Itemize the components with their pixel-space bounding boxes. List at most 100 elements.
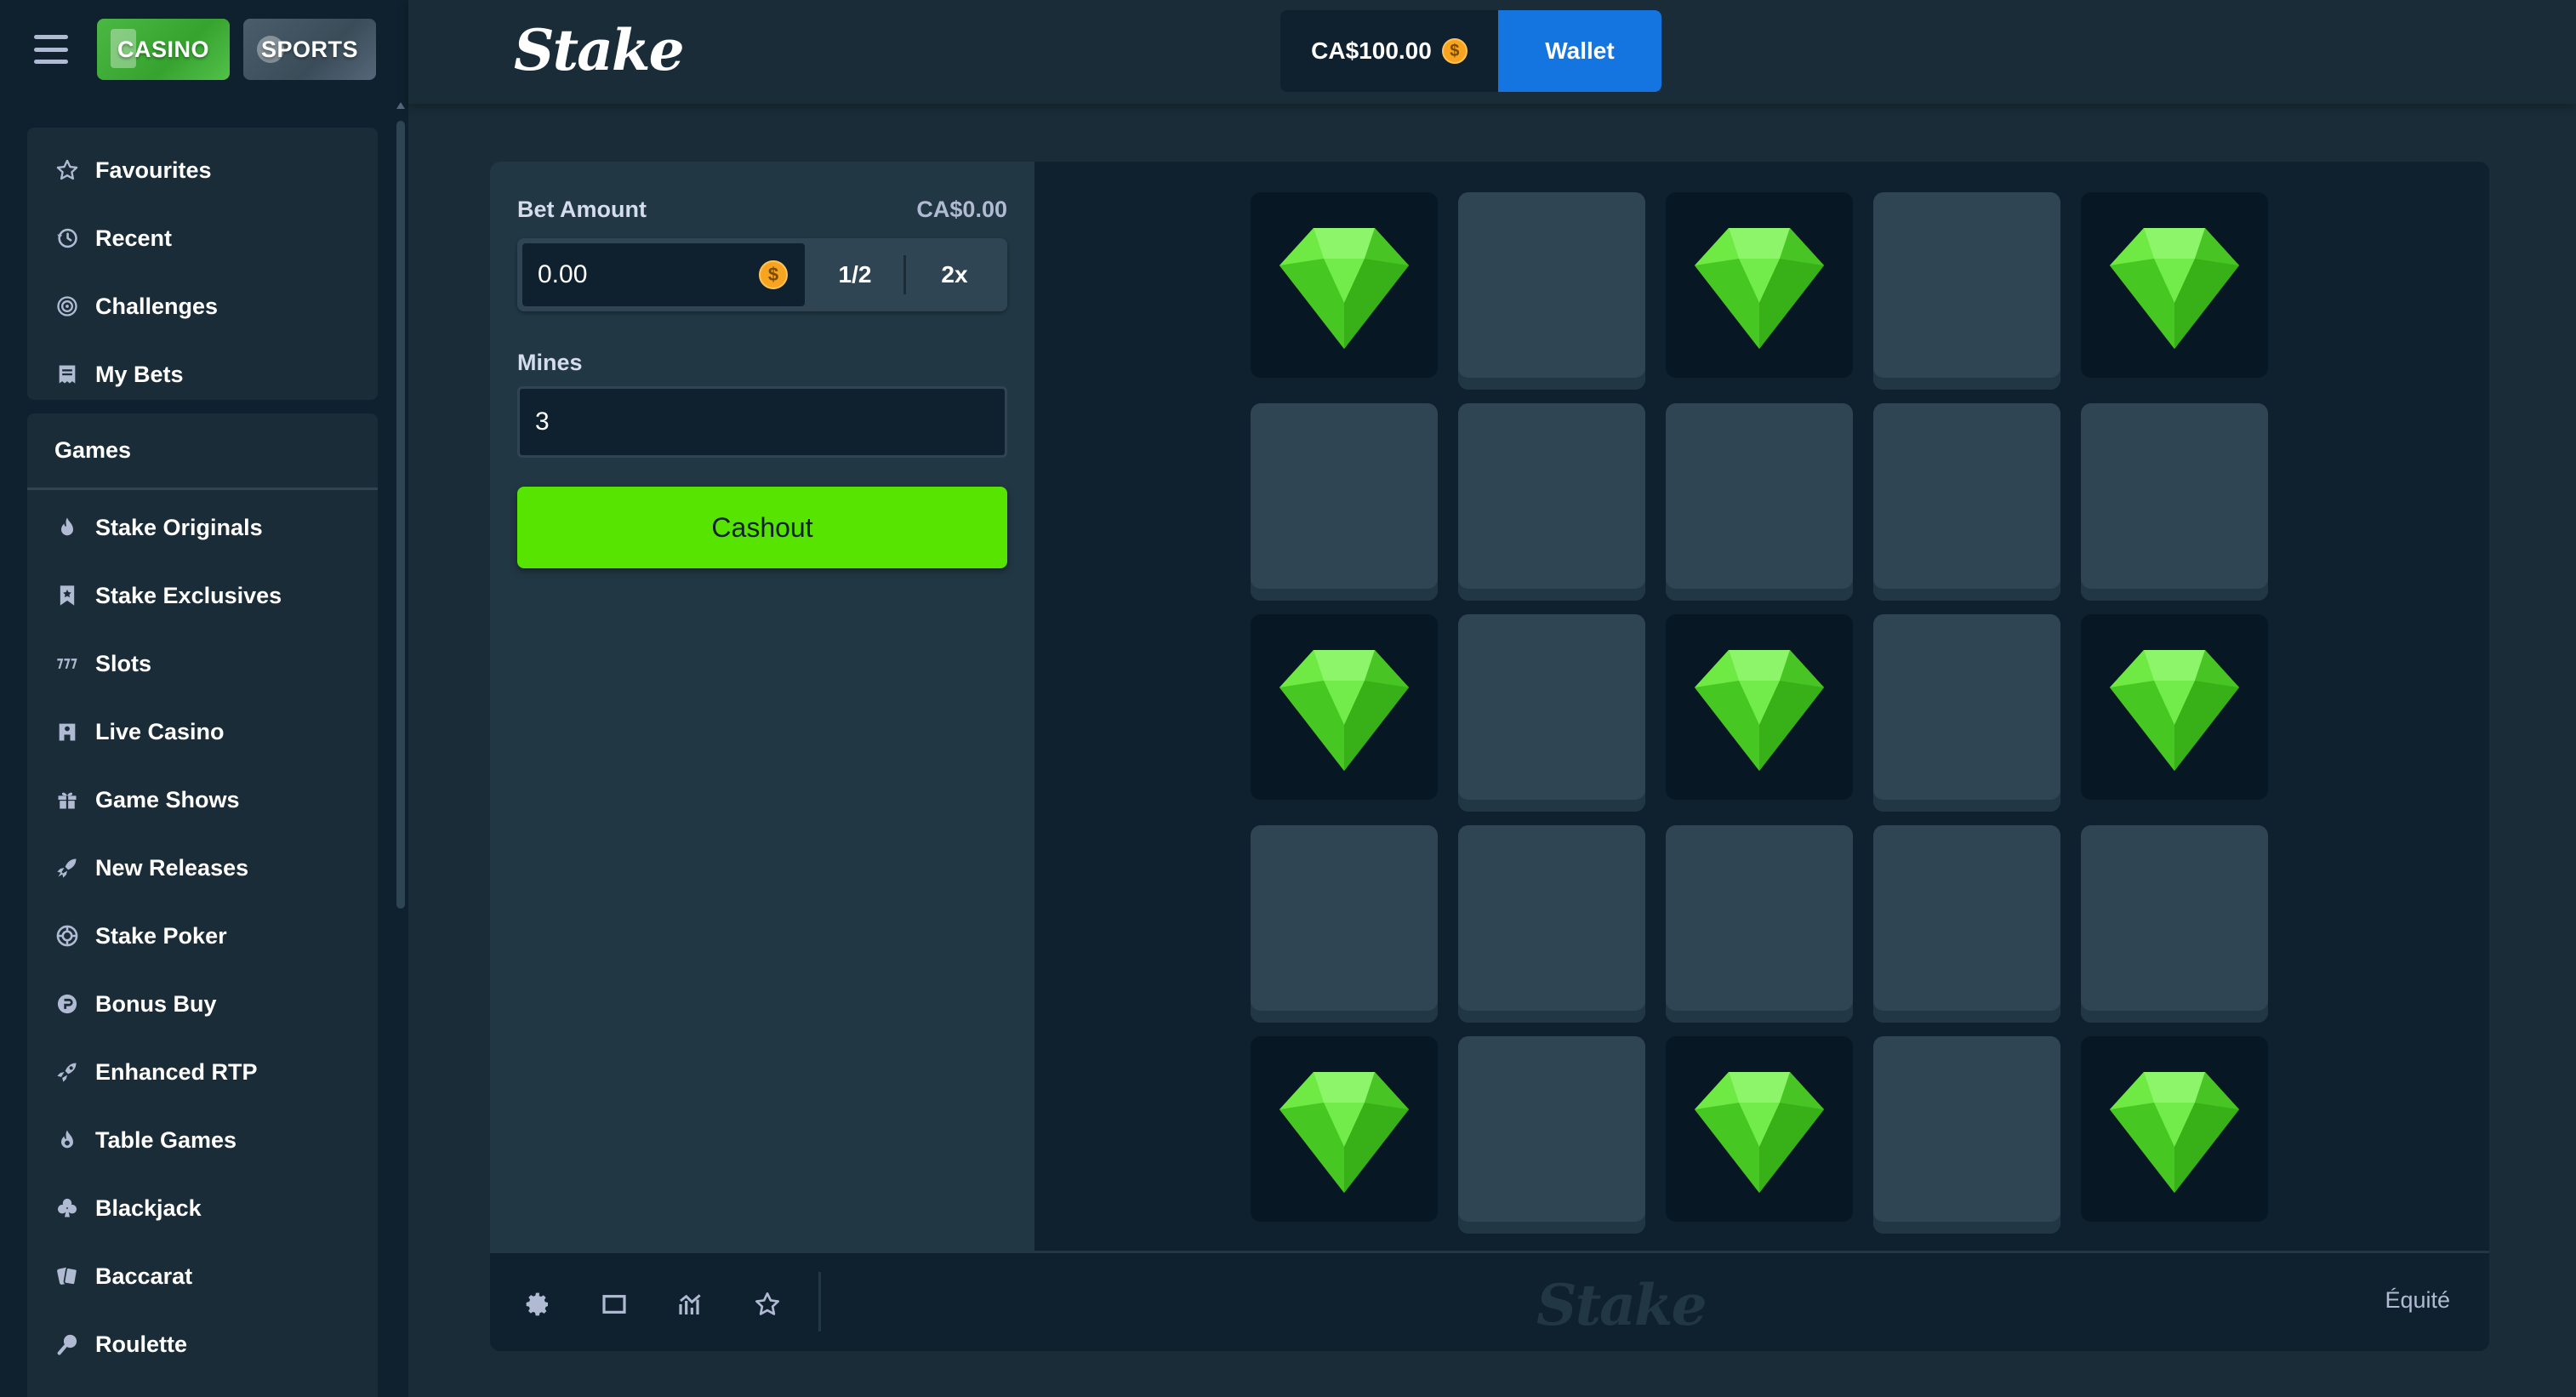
sidebar-item-label: Stake Originals <box>95 514 263 540</box>
tile-revealed-gem[interactable] <box>1666 614 1853 800</box>
sidebar-item-favourites[interactable]: Favourites <box>27 136 378 204</box>
casino-sports-toggle: CASINO SPORTS <box>97 19 376 80</box>
tile-hidden[interactable] <box>1873 825 2060 1023</box>
gift-icon <box>54 787 80 813</box>
stats-icon[interactable] <box>675 1289 706 1320</box>
tile-revealed-gem[interactable] <box>1666 1036 1853 1222</box>
flame-icon <box>54 515 80 540</box>
tile-hidden[interactable] <box>1873 192 2060 390</box>
gem-icon <box>2110 228 2239 349</box>
cards-icon <box>54 1263 80 1289</box>
history-icon <box>54 225 80 251</box>
sidebar-item-table-games[interactable]: Table Games <box>27 1106 378 1174</box>
balance-selector[interactable]: CA$100.00 $ <box>1280 10 1498 92</box>
bet-amount-input[interactable]: 0.00 $ <box>521 242 806 308</box>
sidebar-item-label: Baccarat <box>95 1263 193 1289</box>
tile-revealed-gem[interactable] <box>2081 1036 2268 1222</box>
sidebar-scroll-area[interactable]: Favourites Recent Challenges My Bets Gam… <box>0 99 408 1397</box>
sidebar-item-label: Challenges <box>95 293 219 319</box>
cashout-button[interactable]: Cashout <box>517 487 1007 568</box>
tile-hidden[interactable] <box>1458 825 1645 1023</box>
gem-icon <box>1695 1072 1824 1193</box>
tile-hidden[interactable] <box>1666 403 1853 601</box>
tile-hidden[interactable] <box>1666 825 1853 1023</box>
sidebar-item-stake-originals[interactable]: Stake Originals <box>27 493 378 562</box>
sidebar-item-game-shows[interactable]: Game Shows <box>27 766 378 834</box>
tab-casino[interactable]: CASINO <box>97 19 230 80</box>
sidebar-item-label: Enhanced RTP <box>95 1058 258 1085</box>
gem-icon <box>2110 1072 2239 1193</box>
poker-chip-icon <box>54 923 80 949</box>
stake-logo[interactable]: Stake <box>514 17 685 83</box>
tile-revealed-gem[interactable] <box>1251 1036 1438 1222</box>
mines-count-field[interactable]: 3 <box>517 386 1007 458</box>
tile-revealed-gem[interactable] <box>1251 614 1438 800</box>
tab-sports[interactable]: SPORTS <box>243 19 376 80</box>
theatre-mode-icon[interactable] <box>599 1289 630 1320</box>
receipt-icon <box>54 362 80 387</box>
wallet-button[interactable]: Wallet <box>1498 10 1661 92</box>
tile-hidden[interactable] <box>1873 403 2060 601</box>
footer-divider <box>818 1272 821 1331</box>
tile-hidden[interactable] <box>1458 614 1645 812</box>
sidebar-item-label: New Releases <box>95 854 249 881</box>
gem-icon <box>1279 650 1409 771</box>
tile-hidden[interactable] <box>2081 825 2268 1023</box>
sidebar: CASINO SPORTS Favourites Recent Challeng… <box>0 0 408 1397</box>
tile-hidden[interactable] <box>1873 614 2060 812</box>
mines-game: Bet Amount CA$0.00 0.00 $ 1/2 2x Mines 3… <box>490 162 2489 1351</box>
tile-revealed-gem[interactable] <box>1666 192 1853 378</box>
tile-hidden[interactable] <box>1458 1036 1645 1234</box>
sidebar-item-baccarat[interactable]: Baccarat <box>27 1242 378 1310</box>
bet-amount-converted: CA$0.00 <box>916 196 1007 222</box>
sidebar-item-label: Blackjack <box>95 1195 202 1221</box>
currency-coin-icon: $ <box>1441 38 1468 64</box>
scroll-up-arrow-icon[interactable] <box>396 102 405 109</box>
sidebar-item-bonus-buy[interactable]: Bonus Buy <box>27 970 378 1038</box>
sidebar-item-stake-poker[interactable]: Stake Poker <box>27 902 378 970</box>
half-bet-button[interactable]: 1/2 <box>806 242 903 308</box>
star-icon[interactable] <box>752 1289 783 1320</box>
bet-amount-row: Bet Amount CA$0.00 <box>517 192 1007 226</box>
tile-hidden[interactable] <box>2081 403 2268 601</box>
sidebar-item-label: Stake Exclusives <box>95 582 282 608</box>
tile-hidden[interactable] <box>1458 403 1645 601</box>
live-dealer-icon <box>54 719 80 744</box>
gear-icon[interactable] <box>522 1289 553 1320</box>
sidebar-item-live-casino[interactable]: Live Casino <box>27 698 378 766</box>
tile-hidden[interactable] <box>1251 825 1438 1023</box>
games-section-header[interactable]: Games <box>27 413 378 490</box>
sidebar-scrollbar[interactable] <box>396 121 405 909</box>
hamburger-menu-icon[interactable] <box>34 35 68 64</box>
sidebar-item-blackjack[interactable]: Blackjack <box>27 1174 378 1242</box>
sidebar-item-my-bets[interactable]: My Bets <box>27 340 378 408</box>
sidebar-item-stake-exclusives[interactable]: Stake Exclusives <box>27 562 378 630</box>
tile-revealed-gem[interactable] <box>2081 614 2268 800</box>
gem-icon <box>1279 228 1409 349</box>
enhanced-rocket-icon <box>54 1059 80 1085</box>
sidebar-item-slots[interactable]: Slots <box>27 630 378 698</box>
gem-icon <box>1695 650 1824 771</box>
sidebar-item-roulette[interactable]: Roulette <box>27 1310 378 1378</box>
balance-amount: CA$100.00 <box>1311 37 1432 64</box>
tile-revealed-gem[interactable] <box>2081 192 2268 378</box>
tile-hidden[interactable] <box>1251 403 1438 601</box>
tile-revealed-gem[interactable] <box>1251 192 1438 378</box>
tile-hidden[interactable] <box>1873 1036 2060 1234</box>
gem-icon <box>2110 650 2239 771</box>
double-bet-button[interactable]: 2x <box>906 242 1003 308</box>
bet-amount-label: Bet Amount <box>517 196 647 222</box>
sidebar-item-new-releases[interactable]: New Releases <box>27 834 378 902</box>
sidebar-item-challenges[interactable]: Challenges <box>27 272 378 340</box>
sidebar-item-label: Recent <box>95 225 173 251</box>
rocket-icon <box>54 855 80 881</box>
footer-stake-logo: Stake <box>1536 1272 1707 1338</box>
sidebar-item-label: Stake Poker <box>95 922 227 949</box>
sidebar-item-recent[interactable]: Recent <box>27 204 378 272</box>
sidebar-item-enhanced-rtp[interactable]: Enhanced RTP <box>27 1038 378 1106</box>
fairness-link[interactable]: Équité <box>2385 1287 2450 1314</box>
sidebar-personal-menu: Favourites Recent Challenges My Bets <box>27 128 378 400</box>
tile-hidden[interactable] <box>1458 192 1645 390</box>
gem-icon <box>1695 228 1824 349</box>
slots-icon <box>54 651 80 676</box>
